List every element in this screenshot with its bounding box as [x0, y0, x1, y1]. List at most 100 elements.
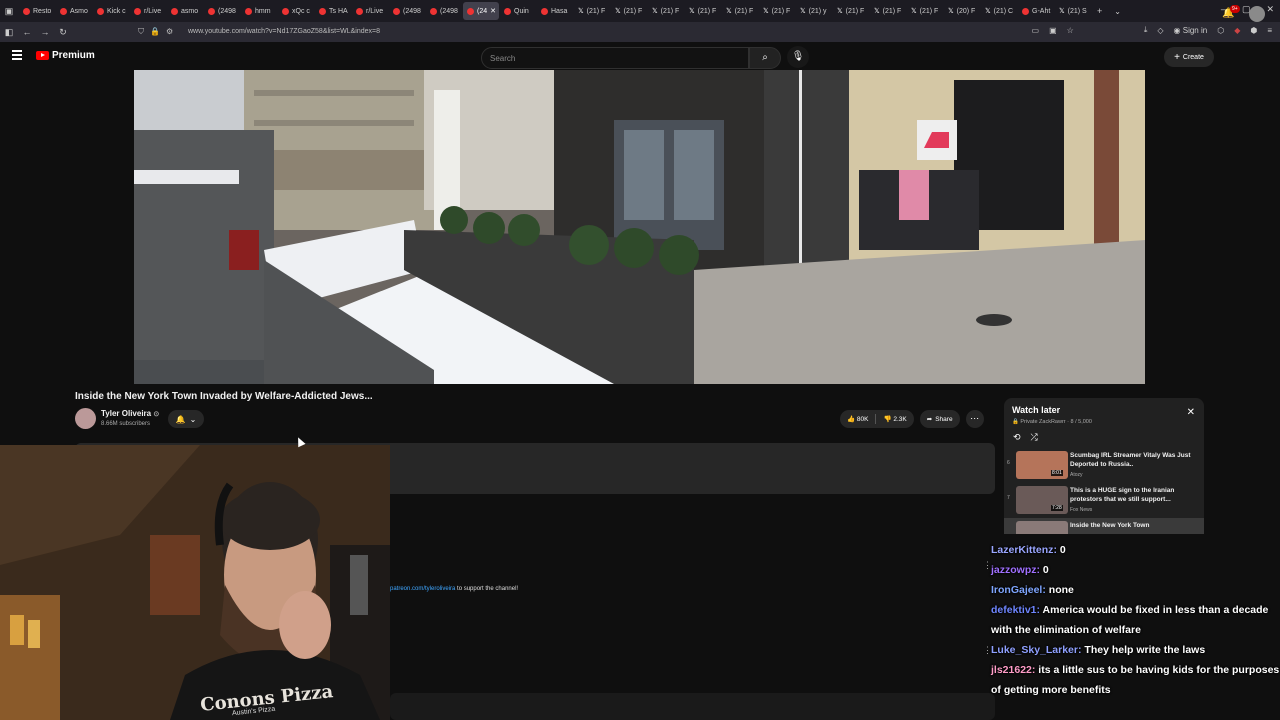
- tab-list-chevron-icon[interactable]: ⌄: [1114, 7, 1121, 16]
- browser-tab[interactable]: 𝕏 (20) F: [944, 2, 980, 20]
- extension-icon[interactable]: ⬡: [1217, 26, 1224, 35]
- chat-username[interactable]: defektiv1: [991, 604, 1037, 616]
- new-tab-icon[interactable]: +: [1097, 6, 1102, 16]
- browser-tab[interactable]: r/Live: [130, 2, 166, 20]
- browser-tab[interactable]: Hasa: [537, 2, 573, 20]
- account-avatar[interactable]: [1249, 6, 1265, 22]
- tab-overview-icon[interactable]: ▣: [0, 6, 18, 17]
- shuffle-icon[interactable]: ⤮: [1031, 432, 1038, 443]
- browser-tab[interactable]: 𝕏 (21) F: [833, 2, 869, 20]
- search-icon: ⌕: [762, 52, 768, 63]
- channel-avatar[interactable]: [75, 408, 96, 429]
- browser-tab[interactable]: 𝕏 (21) F: [611, 2, 647, 20]
- more-actions-icon[interactable]: ⋯: [965, 410, 984, 428]
- ublock-icon[interactable]: ◆: [1234, 26, 1240, 35]
- chat-text: 0: [1056, 544, 1066, 556]
- subscribed-notifications-button[interactable]: 🔔 ⌄: [168, 410, 204, 428]
- browser-tab[interactable]: 𝕏 (21) F: [759, 2, 795, 20]
- tab-label: (21) F: [586, 7, 606, 15]
- chat-message: Luke_Sky_Larker: They help write the law…: [991, 640, 1280, 660]
- extensions-icon[interactable]: ◇: [1157, 26, 1163, 35]
- download-icon[interactable]: ⤓: [1144, 25, 1148, 35]
- lock-icon: 🔒: [1012, 419, 1019, 425]
- bookmark-star-icon[interactable]: ☆: [1067, 26, 1074, 35]
- dislike-button[interactable]: 👎 2.3K: [883, 415, 906, 423]
- browser-tab[interactable]: asmo: [167, 2, 203, 20]
- loop-icon[interactable]: ⟲: [1013, 432, 1021, 443]
- chat-username[interactable]: jls21622: [991, 664, 1032, 676]
- voice-search-button[interactable]: 🎙: [787, 46, 809, 68]
- browser-tab[interactable]: 𝕏 (21) F: [870, 2, 906, 20]
- tab-label: (21) F: [697, 7, 717, 15]
- chat-username[interactable]: jazzowpz: [991, 564, 1037, 576]
- hamburger-menu-icon[interactable]: [12, 50, 22, 60]
- sidebar-toggle-icon[interactable]: ◧: [0, 27, 18, 38]
- playlist-item[interactable]: 7 7:28 This is a HUGE sign to the Irania…: [1004, 483, 1204, 517]
- screenshot-icon[interactable]: ▣: [1049, 26, 1057, 35]
- youtube-header: Premium Search ⌕ 🎙 + Create: [0, 42, 1280, 70]
- playlist-item-title[interactable]: Inside the New York Town: [1070, 521, 1198, 530]
- address-bar[interactable]: www.youtube.com/watch?v=Nd17ZGaoZ58&list…: [188, 28, 380, 35]
- close-icon[interactable]: ✕: [1187, 407, 1195, 418]
- browser-tab[interactable]: 𝕏 (21) y: [796, 2, 832, 20]
- chat-message: jazzowpz: 0: [991, 560, 1280, 580]
- tab-favicon-icon: [541, 7, 548, 15]
- browser-tab[interactable]: 𝕏 (21) F: [722, 2, 758, 20]
- browser-tab[interactable]: Quin: [500, 2, 536, 20]
- browser-tab[interactable]: Ts HA: [315, 2, 351, 20]
- browser-tab[interactable]: xQc c: [278, 2, 314, 20]
- reload-icon[interactable]: ↻: [54, 27, 72, 38]
- browser-tab[interactable]: (2498: [389, 2, 425, 20]
- divider: [875, 414, 877, 424]
- close-window-icon[interactable]: ✕: [1266, 4, 1274, 15]
- tab-label: (2498: [218, 7, 236, 15]
- browser-tab[interactable]: Kick c: [93, 2, 129, 20]
- playlist-item-current[interactable]: Inside the New York Town: [1004, 518, 1204, 534]
- browser-tab[interactable]: 𝕏 (21) F: [648, 2, 684, 20]
- browser-tab[interactable]: 𝕏 (21) S: [1055, 2, 1091, 20]
- browser-tab[interactable]: 𝕏 (21) F: [574, 2, 610, 20]
- share-button[interactable]: ➦ Share: [919, 410, 960, 428]
- account-icon[interactable]: ◉ Sign in: [1174, 26, 1208, 35]
- playlist-item-title[interactable]: This is a HUGE sign to the Iranian prote…: [1070, 486, 1198, 504]
- channel-name-text[interactable]: Tyler Oliveira: [101, 409, 151, 418]
- browser-tab[interactable]: 𝕏 (21) C: [981, 2, 1017, 20]
- create-button[interactable]: + Create: [1164, 47, 1214, 67]
- chat-username[interactable]: IronGajeel: [991, 584, 1042, 596]
- playlist-item[interactable]: 6 8:01 Scumbag IRL Streamer Vitaly Was J…: [1004, 448, 1204, 482]
- browser-tab[interactable]: hmm: [241, 2, 277, 20]
- forward-icon[interactable]: →: [36, 27, 54, 37]
- tab-label: r/Live: [366, 7, 384, 15]
- browser-tab[interactable]: Asmo: [56, 2, 92, 20]
- like-button[interactable]: 👍 80K: [847, 415, 868, 423]
- patreon-link[interactable]: patreon.com/tyleroliveira: [390, 586, 455, 592]
- playlist-item-title[interactable]: Scumbag IRL Streamer Vitaly Was Just Dep…: [1070, 451, 1198, 469]
- chat-username[interactable]: LazerKittenz: [991, 544, 1053, 556]
- browser-tab[interactable]: r/Live: [352, 2, 388, 20]
- browser-tab[interactable]: Resto: [19, 2, 55, 20]
- video-player[interactable]: [134, 70, 1145, 384]
- browser-tab[interactable]: (2498: [204, 2, 240, 20]
- playlist-thumbnail[interactable]: [1016, 521, 1068, 534]
- pip-icon[interactable]: ▭: [1032, 26, 1040, 35]
- youtube-logo[interactable]: Premium: [36, 50, 95, 61]
- extension2-icon[interactable]: ⬢: [1250, 26, 1257, 35]
- browser-toolbar: ◧ ← → ↻ ⛉ 🔒 ⚙ www.youtube.com/watch?v=Nd17…: [0, 22, 1280, 42]
- browser-tab[interactable]: G-Aht: [1018, 2, 1054, 20]
- plus-icon: +: [1174, 51, 1180, 63]
- back-icon[interactable]: ←: [18, 27, 36, 37]
- site-info-icons[interactable]: ⛉ 🔒 ⚙: [138, 27, 173, 37]
- sign-in-label[interactable]: Sign in: [1183, 26, 1207, 35]
- close-tab-icon[interactable]: ✕: [490, 7, 496, 15]
- search-button[interactable]: ⌕: [749, 47, 781, 69]
- tab-label: G-Aht: [1032, 7, 1051, 15]
- browser-tab[interactable]: 𝕏 (21) F: [685, 2, 721, 20]
- search-input[interactable]: Search: [481, 47, 749, 69]
- chat-username[interactable]: Luke_Sky_Larker: [991, 644, 1078, 656]
- browser-tab[interactable]: (24 ✕: [463, 2, 499, 20]
- tab-label: (21) C: [993, 7, 1014, 15]
- browser-tab[interactable]: 𝕏 (21) F: [907, 2, 943, 20]
- browser-tab[interactable]: (2498: [426, 2, 462, 20]
- app-menu-icon[interactable]: ≡: [1267, 26, 1272, 35]
- channel-name[interactable]: Tyler Oliveira ⊙: [101, 409, 159, 418]
